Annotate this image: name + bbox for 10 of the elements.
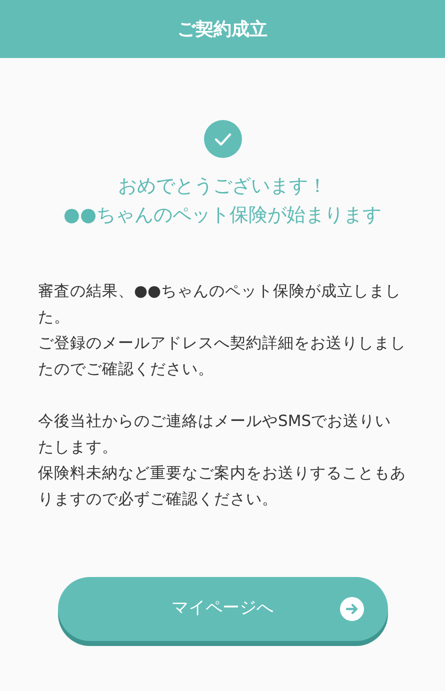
headline-text: おめでとうございます！ (118, 174, 327, 199)
body-paragraph: 保険料未納など重要なご案内をお送りすることもありますので必ずご確認ください。 (38, 463, 407, 510)
page-title: ご契約成立 (178, 18, 268, 42)
body-paragraph: 今後当社からのご連絡はメールやSMSでお送りいたします。 (38, 411, 392, 458)
arrow-right-icon (340, 597, 364, 621)
check-icon (204, 120, 242, 158)
headline-text: ●●ちゃんのペット保険が始まります (63, 203, 382, 228)
body-paragraph: ご登録のメールアドレスへ契約詳細をお送りしましたのでご確認ください。 (38, 333, 407, 380)
body-paragraph: 審査の結果、●●ちゃんのペット保険が成立しました。 (38, 281, 402, 328)
mypage-button[interactable]: マイページへ (58, 577, 388, 641)
